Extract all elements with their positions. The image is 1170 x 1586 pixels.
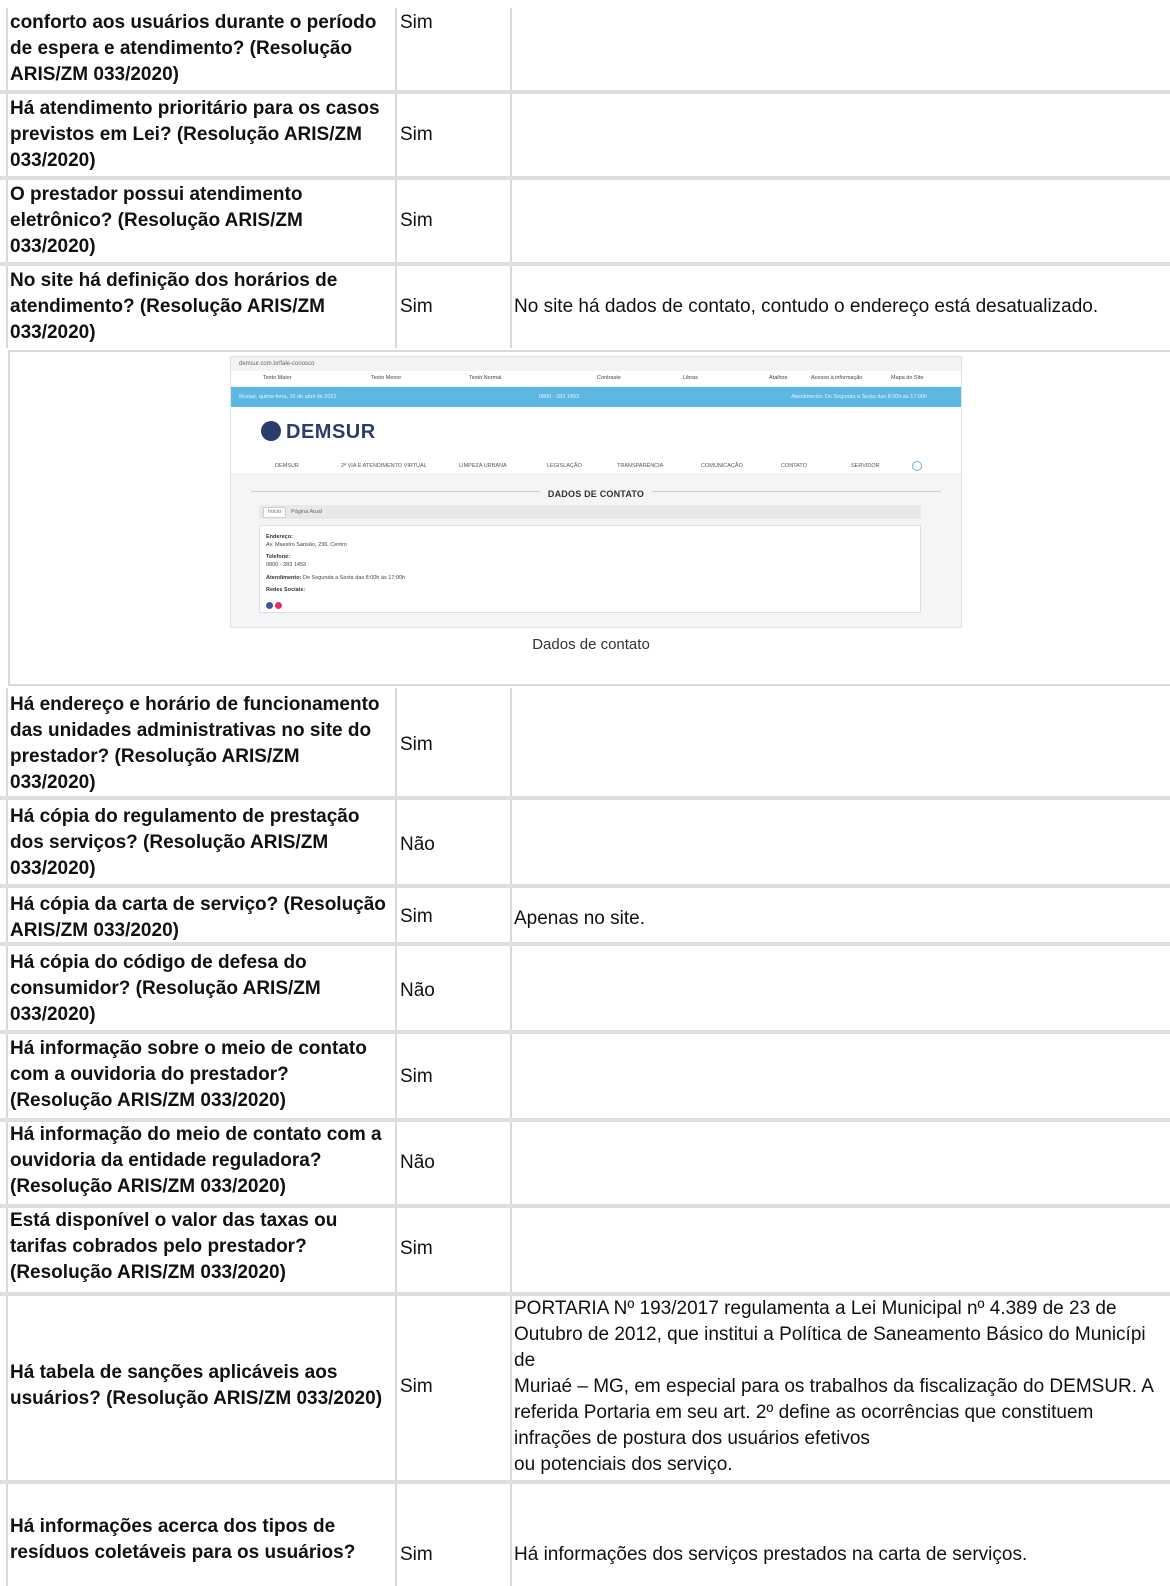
answer-cell: Sim bbox=[400, 1238, 433, 1259]
answer-cell: Sim bbox=[400, 1376, 433, 1397]
comment-cell: Há informações dos serviços prestados na… bbox=[514, 1544, 1028, 1565]
screenshot-row: demsur.com.br/fale-conosco Texto Maior T… bbox=[8, 350, 1170, 686]
site-page-title: DADOS DE CONTATO bbox=[231, 484, 961, 502]
question-cell: Há endereço e horário de funcionamento da… bbox=[10, 694, 380, 793]
figure-caption: Dados de contato bbox=[532, 636, 650, 653]
comment-cell: PORTARIA Nº 193/2017 regulamenta a Lei M… bbox=[514, 1298, 1154, 1475]
answer-cell: Sim bbox=[400, 1544, 433, 1565]
site-header: DEMSUR bbox=[231, 407, 961, 459]
comment-cell: Apenas no site. bbox=[514, 908, 645, 929]
question-cell: conforto aos usuários durante o período d… bbox=[10, 12, 377, 85]
browser-url-bar: demsur.com.br/fale-conosco bbox=[231, 357, 961, 371]
answer-cell: Não bbox=[400, 1152, 435, 1173]
question-cell: Há tabela de sanções aplicáveis aos usuár… bbox=[10, 1362, 383, 1409]
contact-card: Endereço: Av. Maestro Sansão, 236, Centr… bbox=[259, 525, 921, 613]
answer-cell: Sim bbox=[400, 734, 433, 755]
question-cell: No site há definição dos horários de aten… bbox=[10, 270, 338, 343]
question-cell: Há atendimento prioritário para os casos… bbox=[10, 98, 380, 171]
answer-cell: Sim bbox=[400, 296, 433, 317]
accessibility-bar: Texto Maior Texto Menor Texto Normal Con… bbox=[231, 371, 961, 385]
question-cell: Há informação sobre o meio de contato com… bbox=[10, 1038, 367, 1111]
document-page: conforto aos usuários durante o período d… bbox=[0, 0, 1170, 1586]
breadcrumb: Início Página Atual bbox=[259, 505, 921, 519]
instagram-icon bbox=[275, 602, 282, 609]
site-nav: DEMSUR 2ª VIA E ATENDIMENTO VIRTUAL LIMP… bbox=[231, 459, 961, 473]
answer-cell: Sim bbox=[400, 906, 433, 927]
website-screenshot: demsur.com.br/fale-conosco Texto Maior T… bbox=[230, 356, 962, 628]
question-cell: Há cópia do código de defesa do consumido… bbox=[10, 952, 321, 1025]
answer-cell: Não bbox=[400, 980, 435, 1001]
info-bar: Muriaé, quinta-feira, 15 de abril de 202… bbox=[231, 387, 961, 407]
answer-cell: Sim bbox=[400, 124, 433, 145]
logo-icon bbox=[261, 421, 281, 441]
answer-cell: Sim bbox=[400, 12, 433, 33]
comment-cell: No site há dados de contato, contudo o e… bbox=[514, 296, 1099, 317]
answer-cell: Sim bbox=[400, 210, 433, 231]
facebook-icon bbox=[266, 602, 273, 609]
question-cell: Há informações acerca dos tipos de resídu… bbox=[10, 1516, 356, 1563]
answer-cell: Sim bbox=[400, 1066, 433, 1087]
question-cell: Há informação do meio de contato com a ou… bbox=[10, 1124, 382, 1197]
question-cell: Há cópia da carta de serviço? (Resolução… bbox=[10, 894, 386, 941]
site-logo: DEMSUR bbox=[261, 421, 376, 444]
question-cell: O prestador possui atendimento eletrônico… bbox=[10, 184, 303, 257]
question-cell: Há cópia do regulamento de prestação dos … bbox=[10, 806, 360, 879]
search-icon bbox=[912, 461, 922, 471]
question-cell: Está disponível o valor das taxas ou tari… bbox=[10, 1210, 338, 1283]
answer-cell: Não bbox=[400, 834, 435, 855]
